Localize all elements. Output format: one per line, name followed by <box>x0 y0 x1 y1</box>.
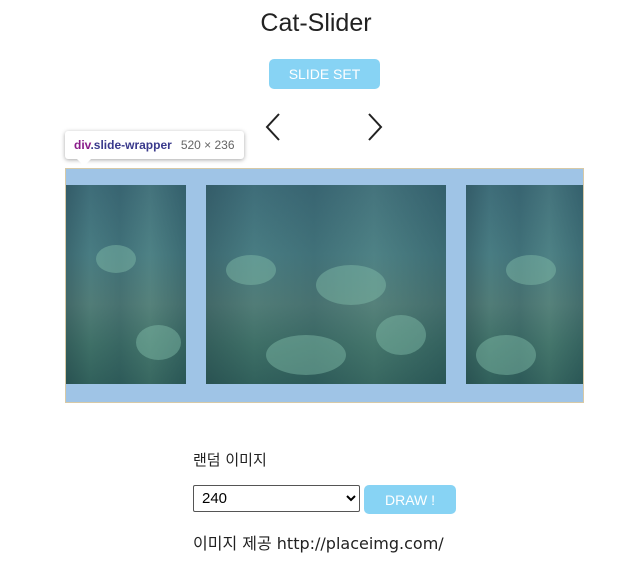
chevron-left-icon <box>265 113 280 141</box>
slide-set-button[interactable]: SLIDE SET <box>269 59 380 89</box>
random-image-label: 랜덤 이미지 <box>193 451 267 469</box>
tooltip-tag: div <box>74 138 91 152</box>
page-title: Cat-Slider <box>260 9 372 37</box>
devtools-tooltip: div.slide-wrapper 520 × 236 <box>65 131 244 166</box>
slide-wrapper[interactable] <box>65 168 584 403</box>
provider-link[interactable]: http://placeimg.com/ <box>277 534 444 553</box>
slide-image <box>66 185 186 384</box>
slide-image <box>206 185 446 384</box>
next-slide-button[interactable] <box>363 110 389 144</box>
image-size-select[interactable]: 240 <box>193 485 360 512</box>
provider-prefix: 이미지 제공 <box>193 534 272 553</box>
draw-button[interactable]: DRAW ! <box>364 485 456 514</box>
tooltip-selector: div.slide-wrapper <box>74 138 172 152</box>
image-provider-credit: 이미지 제공 http://placeimg.com/ <box>193 530 444 554</box>
slide-image <box>466 185 583 384</box>
tooltip-class: .slide-wrapper <box>90 138 172 152</box>
tooltip-size: 520 × 236 <box>180 138 235 152</box>
prev-slide-button[interactable] <box>261 110 287 144</box>
chevron-right-icon <box>368 113 383 141</box>
